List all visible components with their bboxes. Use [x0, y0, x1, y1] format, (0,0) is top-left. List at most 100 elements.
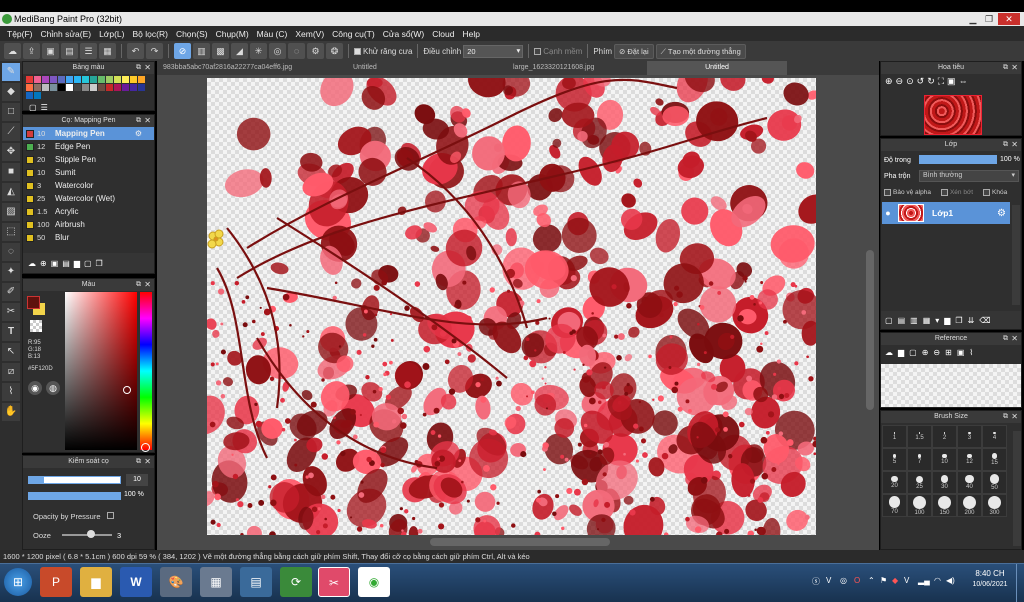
gear-icon[interactable]: ⚙ [135, 129, 142, 138]
gear-icon[interactable]: ⚙ [997, 208, 1006, 219]
brush-size-cell[interactable]: 200 [957, 494, 982, 517]
cross-snap-icon[interactable]: ▩ [212, 43, 229, 59]
new-layer-icon[interactable]: ▢ [885, 316, 893, 325]
soften-checkbox[interactable]: Cạnh mềm [534, 47, 582, 56]
menu-filter[interactable]: Bộ lọc(R) [129, 29, 172, 39]
parallel-snap-icon[interactable]: ▥ [193, 43, 210, 59]
color-swatch[interactable] [122, 84, 129, 91]
duplicate-icon[interactable]: ❐ [96, 259, 103, 268]
brush-item[interactable]: 12 Edge Pen [23, 140, 154, 153]
medibang-icon[interactable]: ✂ [318, 567, 350, 597]
color-swatch[interactable] [74, 76, 81, 83]
rotate-left-icon[interactable]: ↺ [917, 76, 925, 87]
eye-icon[interactable]: ● [882, 208, 894, 218]
eyedropper-icon[interactable]: ⌇ [969, 348, 973, 357]
eyedropper-icon[interactable]: ◍ [46, 381, 60, 395]
transparent-color-icon[interactable] [30, 320, 42, 332]
eyedropper-tool-icon[interactable]: ⌇ [2, 383, 20, 401]
picker-cursor[interactable] [123, 386, 131, 394]
brush-size-cell[interactable]: 2 [932, 425, 957, 448]
clipping-checkbox[interactable]: Xén bớt [940, 189, 973, 196]
color-swatch[interactable] [130, 84, 137, 91]
grid-icon[interactable]: ▦ [99, 43, 116, 59]
brush-size-cell[interactable]: 12 [957, 448, 982, 471]
close-icon[interactable]: ✕ [144, 279, 151, 291]
zoom-out-icon[interactable]: ⊖ [933, 348, 940, 357]
color-swatch[interactable] [90, 76, 97, 83]
snap-off-icon[interactable]: ⊘ [174, 43, 191, 59]
color-swatch[interactable] [82, 76, 89, 83]
gear-snap-icon[interactable]: ⚙ [307, 43, 324, 59]
brush-size-cell[interactable]: 4 [982, 425, 1007, 448]
start-button-icon[interactable]: ⊞ [4, 568, 32, 596]
reset-button[interactable]: ⊘ Đặt lại [614, 43, 654, 59]
color-swatch[interactable] [138, 84, 145, 91]
palette-wheel-icon[interactable]: ◉ [28, 381, 42, 395]
brush-tool-icon[interactable]: ✎ [2, 63, 20, 81]
color-swatch[interactable] [26, 76, 33, 83]
show-desktop-button[interactable] [1016, 564, 1024, 602]
undo-icon[interactable]: ↶ [127, 43, 144, 59]
brush-size-cell[interactable]: 5 [882, 448, 907, 471]
tray-chevron-icon[interactable]: ⌃ [868, 576, 875, 585]
layer-opacity-slider[interactable] [919, 155, 997, 164]
expand-icon[interactable]: ⧉ [136, 115, 141, 127]
fill-rect-tool-icon[interactable]: ■ [2, 163, 20, 181]
color-swatch[interactable] [34, 76, 41, 83]
vanish-snap-icon[interactable]: ◢ [231, 43, 248, 59]
brush-size-scrollbar[interactable] [1013, 431, 1021, 546]
brush-item[interactable]: 10 Sumit [23, 166, 154, 179]
layer-row[interactable]: ● Lớp1 ⚙ [882, 202, 1010, 224]
menu-layer[interactable]: Lớp(L) [95, 29, 128, 39]
close-icon[interactable]: ✕ [1011, 333, 1018, 345]
curve-snap-icon[interactable]: ❂ [326, 43, 343, 59]
brush-item[interactable]: 20 Stipple Pen [23, 153, 154, 166]
menu-capture[interactable]: Chụp(M) [212, 29, 253, 39]
new-halftone-layer-icon[interactable]: ▤ [898, 316, 906, 325]
minimize-button[interactable]: ▁ [966, 13, 980, 25]
clear-icon[interactable]: ▢ [909, 348, 917, 357]
menu-view[interactable]: Xem(V) [291, 29, 328, 39]
bucket-tool-icon[interactable]: ◭ [2, 183, 20, 201]
cc-icon[interactable]: ⟳ [280, 567, 312, 597]
copy-icon[interactable]: ▤ [62, 259, 70, 268]
lasso-tool-icon[interactable]: ◌ [2, 243, 20, 261]
operation-tool-icon[interactable]: ↖ [2, 343, 20, 361]
canvas-hscroll[interactable] [430, 538, 610, 546]
brush-item[interactable]: 3 Watercolor [23, 179, 154, 192]
tray-opera-icon[interactable]: O [854, 576, 860, 585]
new-icon[interactable]: ▤ [61, 43, 78, 59]
dot-tool-icon[interactable]: □ [2, 103, 20, 121]
radial-snap-icon[interactable]: ✳ [250, 43, 267, 59]
explorer-icon[interactable]: ▆ [80, 567, 112, 597]
select-pen-icon[interactable]: ✐ [2, 283, 20, 301]
brush-size-cell[interactable]: 1 [882, 425, 907, 448]
color-swatch[interactable] [114, 84, 121, 91]
duplicate-layer-icon[interactable]: ❐ [955, 316, 962, 325]
brush-size-cell[interactable]: 40 [957, 471, 982, 494]
brush-settings-icon[interactable]: ▣ [51, 259, 59, 268]
export-icon[interactable]: ⇪ [23, 43, 40, 59]
network-icon[interactable]: ▤ [240, 567, 272, 597]
color-swatch[interactable] [74, 84, 81, 91]
hand-tool-icon[interactable]: ✋ [2, 403, 20, 421]
color-swatch[interactable] [82, 84, 89, 91]
word-icon[interactable]: W [120, 567, 152, 597]
divide-tool-icon[interactable]: ⧄ [2, 363, 20, 381]
color-swatch[interactable] [90, 84, 97, 91]
tray-volume-icon[interactable]: ◀) [946, 576, 955, 585]
actual-size-icon[interactable]: ▣ [947, 76, 956, 87]
hue-slider[interactable] [140, 292, 152, 450]
menu-file[interactable]: Tệp(F) [3, 29, 37, 39]
blend-select[interactable]: Bình thường ▾ [919, 170, 1019, 182]
menu-tools[interactable]: Công cụ(T) [328, 29, 379, 39]
expand-icon[interactable]: ⧉ [1003, 139, 1008, 151]
menu-window[interactable]: Cửa sổ(W) [379, 29, 429, 39]
zoom-fit-icon[interactable]: ⊙ [906, 76, 914, 87]
brush-item[interactable]: 10 Mapping Pen ⚙ [23, 127, 154, 140]
select-tool-icon[interactable]: ⬚ [2, 223, 20, 241]
menu-icon[interactable]: ☰ [41, 103, 48, 112]
menu-help[interactable]: Help [459, 29, 484, 39]
color-swatch[interactable] [114, 76, 121, 83]
zoom-in-icon[interactable]: ⊕ [922, 348, 929, 357]
